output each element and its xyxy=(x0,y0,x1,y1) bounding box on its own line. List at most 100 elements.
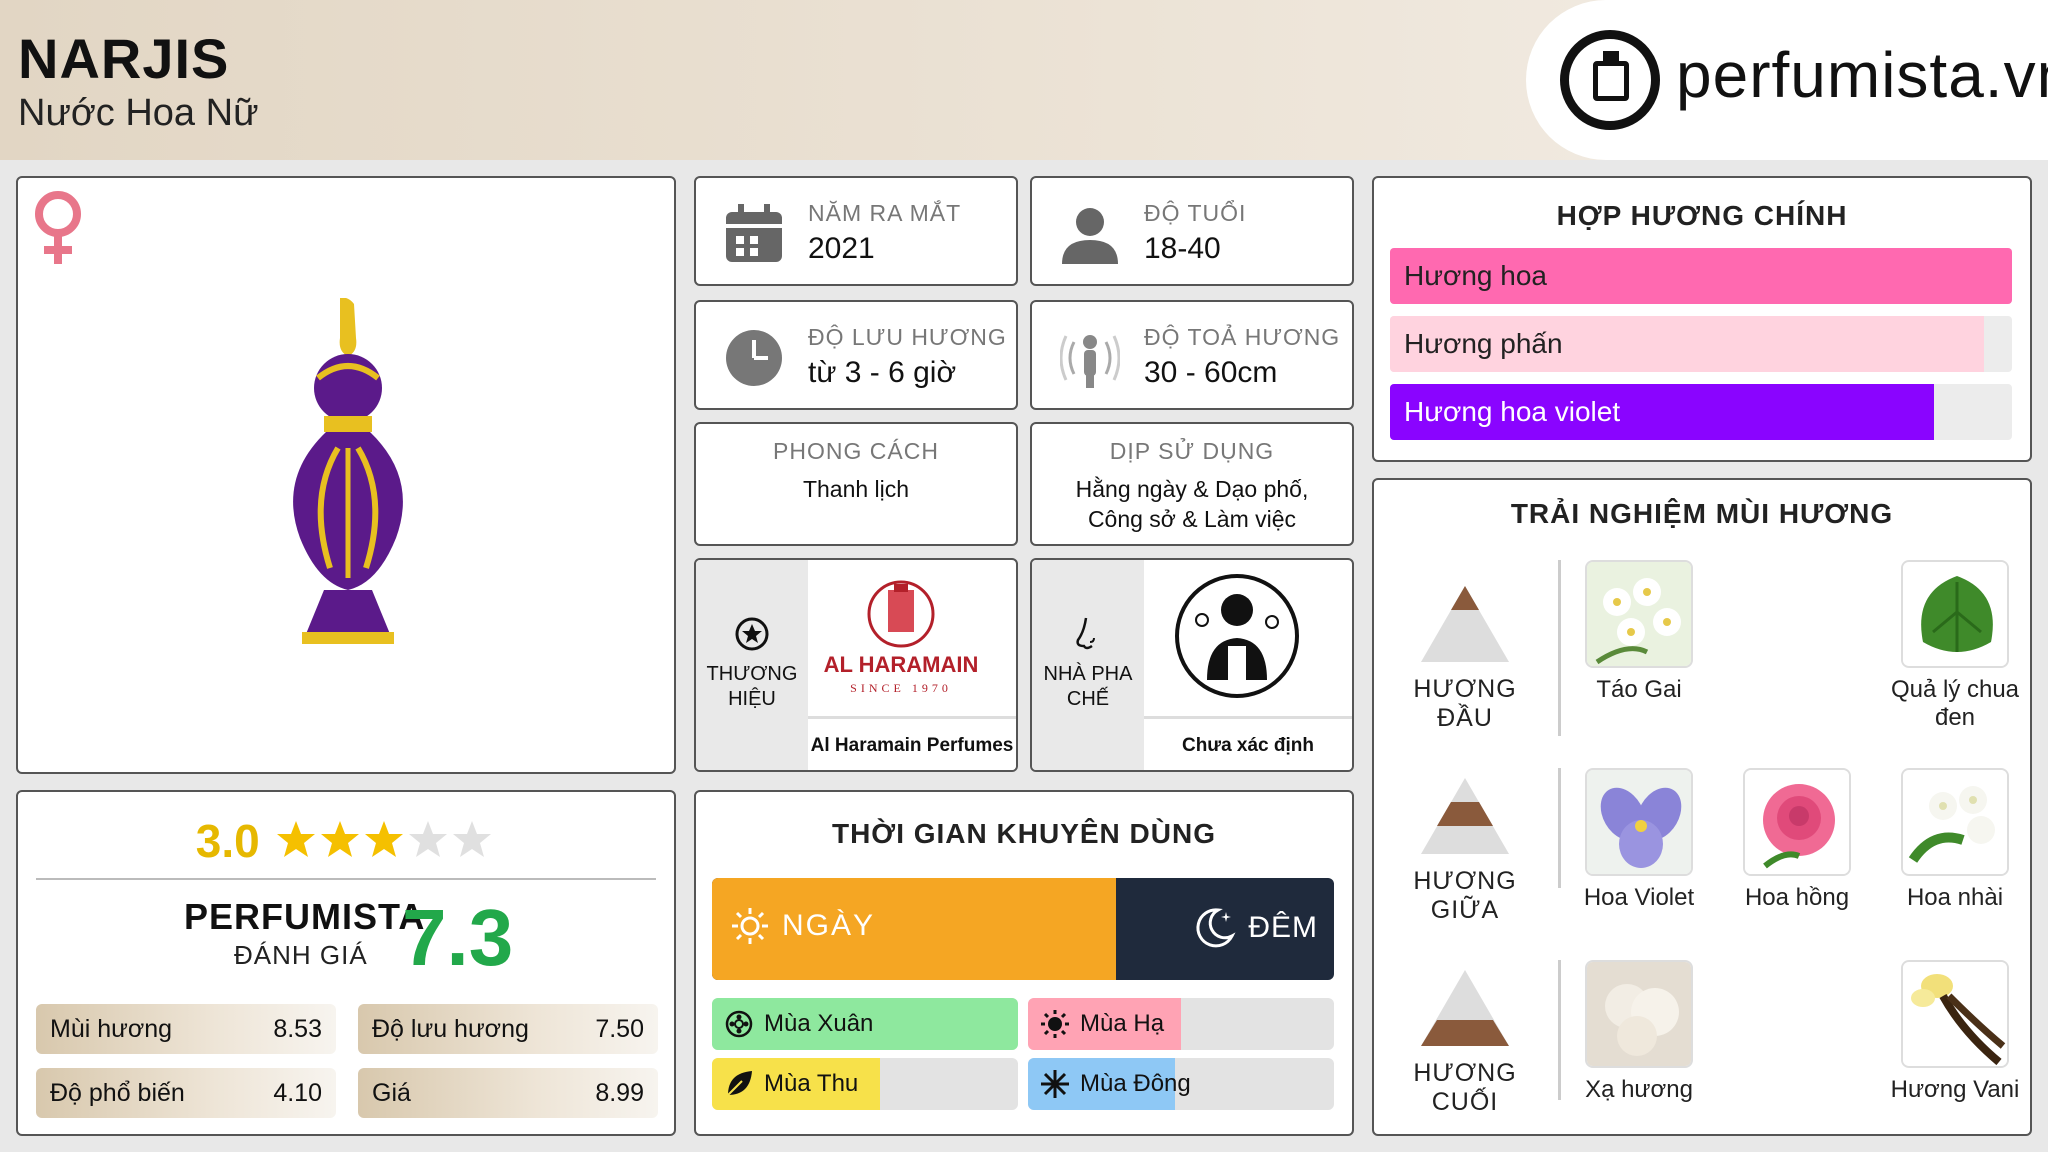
base-notes-stage: HƯƠNG CUỐI xyxy=(1394,968,1536,1117)
perfumista-score: 7.3 xyxy=(402,893,514,982)
violet-flower-icon xyxy=(1587,770,1691,874)
occasion-label: DỊP SỬ DỤNG xyxy=(1109,438,1275,464)
brand-logo[interactable]: perfumista.vn xyxy=(1526,0,2048,160)
day-night-bar: NGÀY ĐÊM xyxy=(712,878,1334,980)
brand-logo-text: AL HARAMAIN xyxy=(824,652,979,677)
night-label: ĐÊM xyxy=(1192,906,1318,950)
note-vanilla[interactable]: Hương Vani xyxy=(1890,960,2020,1104)
user-rating: 3.0 xyxy=(18,814,674,868)
rating-panel: 3.0 PERFUMISTA ĐÁNH GIÁ 7.3 Mùi hương 8.5… xyxy=(16,790,676,1136)
day-label: NGÀY xyxy=(730,906,875,946)
metric-price: Giá 8.99 xyxy=(358,1068,658,1118)
age-label: ĐỘ TUỔI xyxy=(1144,200,1247,226)
season-autumn: Mùa Thu xyxy=(712,1058,1018,1110)
perfume-title: NARJIS xyxy=(18,27,230,90)
note-jasmine[interactable]: Hoa nhài xyxy=(1890,768,2020,912)
clock-icon xyxy=(726,330,782,386)
snowflake-icon xyxy=(1041,1070,1069,1098)
pyramid-middle-icon xyxy=(1421,778,1509,854)
product-panel xyxy=(16,176,676,774)
middle-notes-stage: HƯƠNG GIỮA xyxy=(1394,776,1536,925)
jasmine-icon xyxy=(1903,770,2007,874)
star-filled-icon xyxy=(277,820,316,857)
leaf-image-icon xyxy=(1903,562,2007,666)
style-card: PHONG CÁCH Thanh lịch xyxy=(694,422,1018,546)
perfumista-sub: ĐÁNH GIÁ xyxy=(234,940,368,970)
longevity-value: từ 3 - 6 giờ xyxy=(808,356,957,389)
note-hawthorn[interactable]: Táo Gai xyxy=(1574,560,1704,704)
perfume-bottle-image xyxy=(293,298,403,644)
white-flower-icon xyxy=(1587,562,1691,666)
nose-icon xyxy=(1076,617,1095,650)
launch-year-label: NĂM RA MẮT xyxy=(808,200,962,226)
style-value: Thanh lịch xyxy=(802,476,910,502)
sillage-icon xyxy=(1060,335,1120,388)
divider xyxy=(1558,960,1561,1100)
perfumer-label: NHÀ PHA CHẾ xyxy=(1043,663,1133,710)
sillage-value: 30 - 60cm xyxy=(1144,356,1278,389)
metric-scent: Mùi hương 8.53 xyxy=(36,1004,336,1054)
metric-popularity: Độ phổ biến 4.10 xyxy=(36,1068,336,1118)
perfume-bottle-icon xyxy=(1560,30,1660,130)
brand-logo-image: AL HARAMAIN SINCE 1970 xyxy=(808,560,990,714)
style-label: PHONG CÁCH xyxy=(773,438,939,464)
accord-powdery: Hương phấn xyxy=(1390,316,2012,372)
launch-year-value: 2021 xyxy=(808,232,875,265)
brand-label: THƯƠNG HIỆU xyxy=(706,663,798,710)
pyramid-top-icon xyxy=(1421,586,1509,662)
brand-logo-since: SINCE 1970 xyxy=(850,681,952,695)
brand-card[interactable]: THƯƠNG HIỆU AL HARAMAIN SINCE 1970 Al Ha… xyxy=(694,558,1018,772)
star-circle-icon xyxy=(735,617,769,651)
usage-title: THỜI GIAN KHUYÊN DÙNG xyxy=(831,818,1216,849)
metric-longevity: Độ lưu hương 7.50 xyxy=(358,1004,658,1054)
occasion-value: Hằng ngày & Dạo phố, Công sở & Làm việc xyxy=(1075,476,1309,532)
divider xyxy=(36,878,656,880)
season-summer: Mùa Hạ xyxy=(1028,998,1334,1050)
header: NARJIS Nước Hoa Nữ perfumista.vn xyxy=(0,0,2048,160)
divider xyxy=(1558,560,1561,736)
cotton-icon xyxy=(1587,962,1691,1066)
age-value: 18-40 xyxy=(1144,232,1221,265)
star-filled-icon xyxy=(321,820,360,857)
perfumer-avatar xyxy=(1144,560,1326,714)
calendar-icon xyxy=(726,204,782,262)
rose-icon xyxy=(1745,770,1849,874)
season-spring: Mùa Xuân xyxy=(712,998,1018,1050)
accord-violet: Hương hoa violet xyxy=(1390,384,2012,440)
usage-panel: THỜI GIAN KHUYÊN DÙNG NGÀY ĐÊM Mùa Xuân … xyxy=(694,790,1354,1136)
perfumista-label: PERFUMISTA xyxy=(184,896,426,937)
longevity-card: ĐỘ LƯU HƯƠNG từ 3 - 6 giờ xyxy=(694,300,1018,410)
sun-icon xyxy=(732,908,768,944)
perfumer-card[interactable]: NHÀ PHA CHẾ Chưa xác định xyxy=(1030,558,1354,772)
pyramid-base-icon xyxy=(1421,970,1509,1046)
user-icon xyxy=(1062,208,1118,264)
occasion-card: DỊP SỬ DỤNG Hằng ngày & Dạo phố, Công sở… xyxy=(1030,422,1354,546)
sillage-card: ĐỘ TOẢ HƯƠNG 30 - 60cm xyxy=(1030,300,1354,410)
accord-floral: Hương hoa xyxy=(1390,248,2012,304)
star-empty-icon xyxy=(453,820,492,857)
note-blackcurrant[interactable]: Quả lý chua đen xyxy=(1890,560,2020,732)
star-rating xyxy=(276,819,496,864)
notes-panel: TRẢI NGHIỆM MÙI HƯƠNG HƯƠNG ĐẦU Táo Gai xyxy=(1372,478,2032,1136)
top-notes-stage: HƯƠNG ĐẦU xyxy=(1394,584,1536,733)
accords-panel: HỢP HƯƠNG CHÍNH Hương hoa Hương phấn Hươ… xyxy=(1372,176,2032,462)
notes-title: TRẢI NGHIỆM MÙI HƯƠNG xyxy=(1510,498,1894,529)
accords-title: HỢP HƯƠNG CHÍNH xyxy=(1556,200,1848,231)
season-winter: Mùa Đông xyxy=(1028,1058,1334,1110)
leaf-icon xyxy=(727,1071,752,1096)
note-musk[interactable]: Xạ hương xyxy=(1574,960,1704,1104)
divider xyxy=(1558,768,1561,888)
star-filled-icon xyxy=(365,820,404,857)
vanilla-icon xyxy=(1903,962,2007,1066)
female-icon xyxy=(35,191,81,264)
rating-score: 3.0 xyxy=(195,815,260,867)
age-card: ĐỘ TUỔI 18-40 xyxy=(1030,176,1354,286)
perfumer-name: Chưa xác định xyxy=(1144,716,1352,770)
moon-icon xyxy=(1196,908,1236,948)
sillage-label: ĐỘ TOẢ HƯƠNG xyxy=(1144,324,1341,350)
star-empty-icon xyxy=(409,820,448,857)
note-rose[interactable]: Hoa hồng xyxy=(1732,768,1862,912)
brand-name: Al Haramain Perfumes xyxy=(808,716,1016,770)
sun-filled-icon xyxy=(1041,1010,1069,1038)
note-violet[interactable]: Hoa Violet xyxy=(1574,768,1704,912)
